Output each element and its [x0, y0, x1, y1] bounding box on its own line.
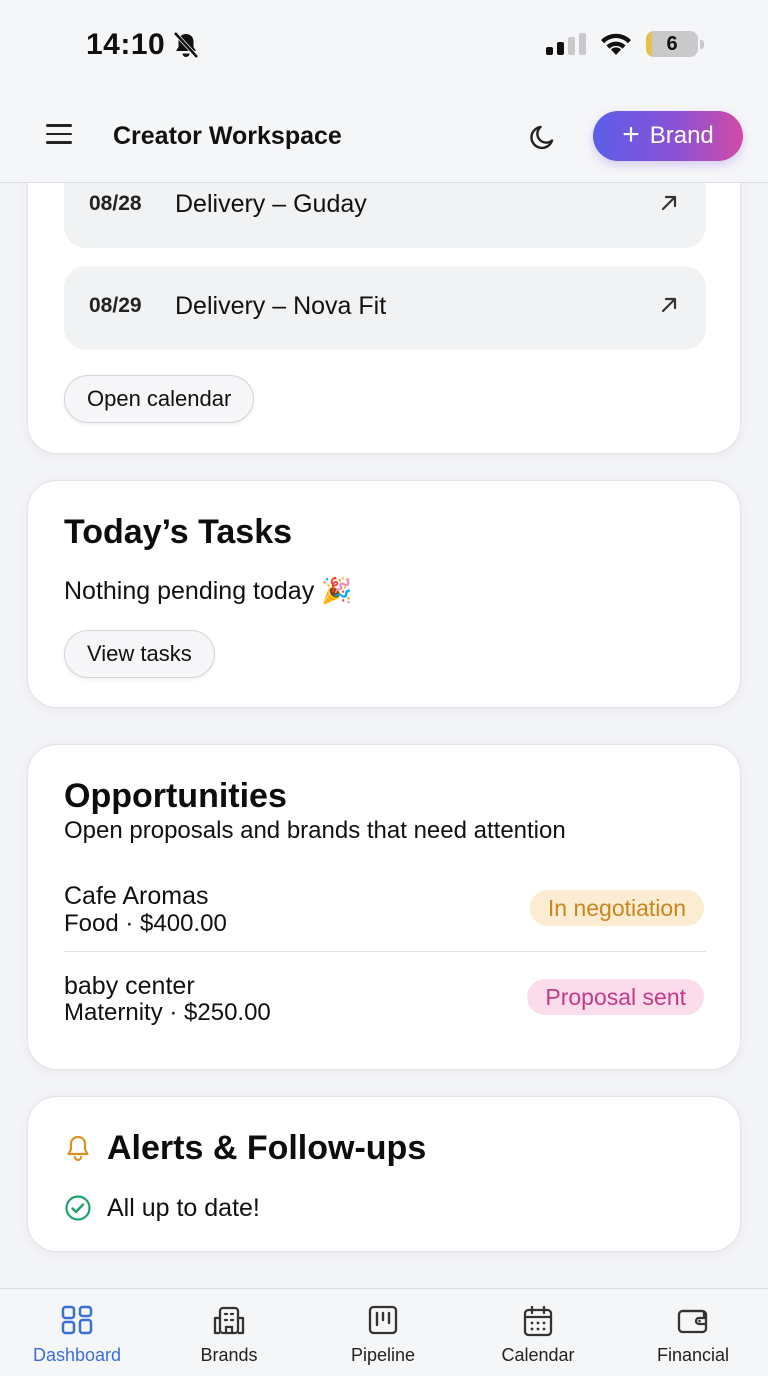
battery-indicator: 6 — [646, 31, 698, 57]
opportunity-name: Cafe Aromas — [64, 882, 209, 910]
card-title: Opportunities — [64, 777, 287, 815]
dashboard-icon — [61, 1305, 93, 1335]
opportunities-card: Opportunities Open proposals and brands … — [27, 744, 741, 1070]
opportunity-meta: Food · $400.00 — [64, 910, 227, 937]
card-title: Today’s Tasks — [64, 513, 293, 551]
calendar-item[interactable]: 08/29 Delivery – Nova Fit — [64, 266, 706, 350]
status-badge: Proposal sent — [527, 979, 704, 1015]
add-brand-button[interactable]: + Brand — [593, 111, 743, 161]
opportunity-name: baby center — [64, 972, 195, 1000]
app-title: Creator Workspace — [113, 122, 342, 150]
bottom-nav: Dashboard Brands Pipeline Calendar Finan… — [0, 1288, 768, 1376]
nav-item-brands[interactable]: Brands — [152, 1289, 306, 1376]
status-badge: In negotiation — [529, 890, 704, 926]
status-bar: 14:10 6 — [0, 0, 768, 92]
nav-item-financial[interactable]: Financial — [616, 1289, 768, 1376]
signal-icon — [546, 33, 586, 55]
upcoming-calendar-card: 08/28 Delivery – Guday 08/29 Delivery – … — [27, 150, 741, 454]
external-arrow-icon[interactable] — [658, 192, 680, 214]
card-subtitle: Open proposals and brands that need atte… — [64, 817, 566, 844]
nav-item-pipeline[interactable]: Pipeline — [306, 1289, 460, 1376]
check-circle-icon — [65, 1195, 91, 1221]
divider — [64, 951, 706, 952]
nav-item-calendar[interactable]: Calendar — [461, 1289, 615, 1376]
status-time: 14:10 — [86, 28, 166, 61]
wifi-icon — [601, 33, 631, 55]
view-tasks-button[interactable]: View tasks — [64, 630, 215, 678]
nav-item-dashboard[interactable]: Dashboard — [0, 1289, 154, 1376]
todays-tasks-card: Today’s Tasks Nothing pending today 🎉 Vi… — [27, 480, 741, 708]
alerts-status: All up to date! — [107, 1194, 260, 1222]
menu-icon[interactable] — [46, 124, 72, 148]
wallet-icon — [677, 1309, 708, 1334]
tasks-empty-text: Nothing pending today 🎉 — [64, 577, 353, 605]
bell-icon — [67, 1135, 89, 1162]
kanban-icon — [368, 1305, 398, 1335]
open-calendar-button[interactable]: Open calendar — [64, 375, 255, 423]
opportunity-meta: Maternity · $250.00 — [64, 999, 271, 1026]
calendar-icon — [523, 1305, 553, 1337]
external-arrow-icon[interactable] — [658, 294, 680, 316]
building-icon — [213, 1306, 245, 1335]
moon-icon[interactable] — [528, 122, 558, 152]
alerts-card: Alerts & Follow-ups All up to date! — [27, 1096, 741, 1252]
plus-icon: + — [622, 117, 640, 151]
card-title: Alerts & Follow-ups — [107, 1129, 427, 1167]
bell-off-icon — [173, 31, 199, 59]
app-header-overlay: Creator Workspace + Brand — [0, 92, 768, 183]
